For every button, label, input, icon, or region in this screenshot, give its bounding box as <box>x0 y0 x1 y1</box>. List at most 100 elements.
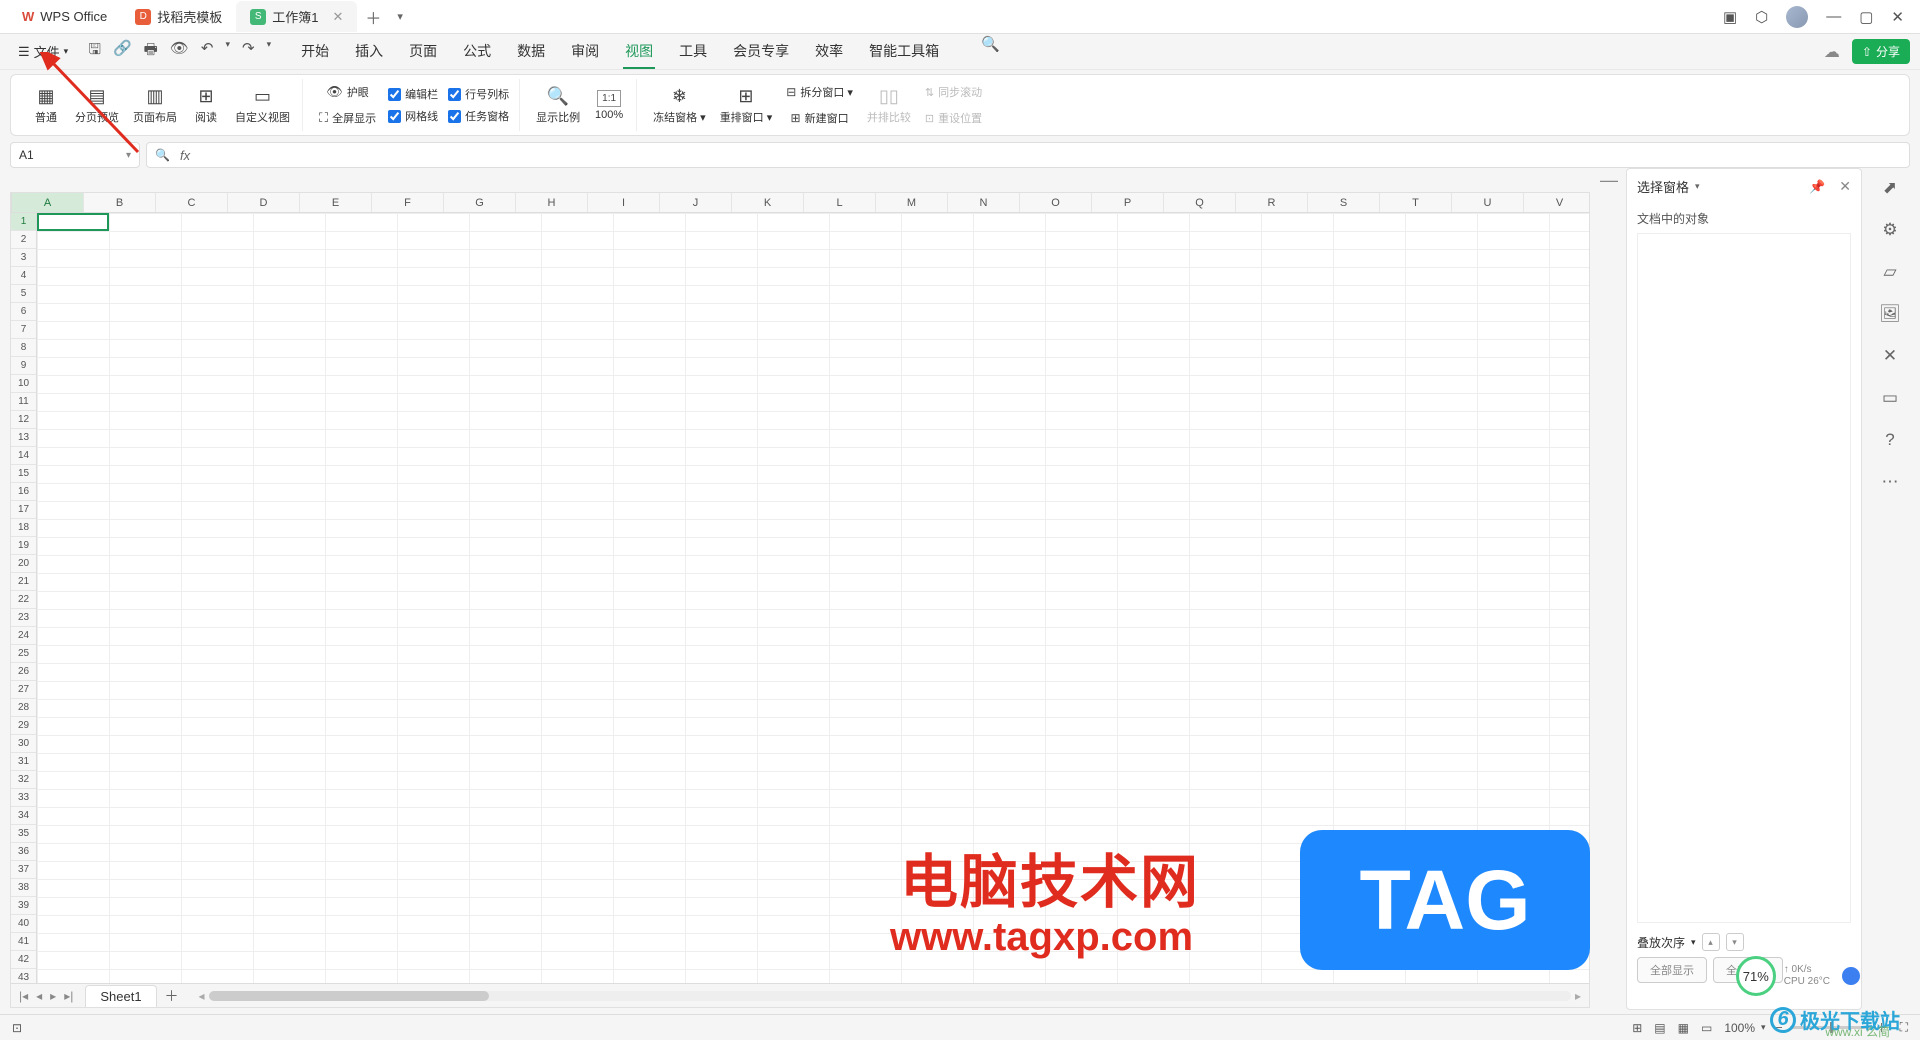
collapse-panel-icon[interactable]: — <box>1600 170 1618 191</box>
freeze-panes-button[interactable]: ❄冻结窗格 ▾ <box>647 82 712 129</box>
row-header[interactable]: 20 <box>11 555 36 573</box>
close-window-button[interactable]: ✕ <box>1891 8 1904 26</box>
sheet-first-icon[interactable]: |◂ <box>19 989 28 1003</box>
lens-icon[interactable]: 🔍 <box>155 148 170 162</box>
layout-tool-icon[interactable]: ▱ <box>1883 262 1896 282</box>
title-tab-daoke[interactable]: D 找稻壳模板 <box>121 1 236 32</box>
col-header[interactable]: A <box>12 193 84 212</box>
row-header[interactable]: 1 <box>11 213 36 231</box>
eye-protect-button[interactable]: 👁护眼 <box>313 80 382 104</box>
sheet-next-icon[interactable]: ▸ <box>50 989 56 1003</box>
row-header[interactable]: 9 <box>11 357 36 375</box>
row-header[interactable]: 18 <box>11 519 36 537</box>
save-icon[interactable]: 🖫 <box>88 39 101 64</box>
col-header[interactable]: B <box>84 193 156 212</box>
row-header[interactable]: 38 <box>11 879 36 897</box>
col-header[interactable]: N <box>948 193 1020 212</box>
zoom-slider[interactable] <box>1790 1026 1870 1029</box>
col-header[interactable]: D <box>228 193 300 212</box>
row-header[interactable]: 27 <box>11 681 36 699</box>
tab-menu-button[interactable]: ▾ <box>389 6 411 27</box>
file-menu[interactable]: ☰ 文件 ▾ <box>10 38 76 65</box>
taskpane-checkbox[interactable]: 任务窗格 <box>444 106 513 126</box>
row-header[interactable]: 13 <box>11 429 36 447</box>
more-icon[interactable]: ⋯ <box>1882 472 1899 492</box>
chevron-down-icon[interactable]: ▾ <box>1761 1022 1766 1033</box>
col-header[interactable]: E <box>300 193 372 212</box>
row-header[interactable]: 15 <box>11 465 36 483</box>
cells-area[interactable] <box>37 213 1589 987</box>
row-header[interactable]: 31 <box>11 753 36 771</box>
col-header[interactable]: F <box>372 193 444 212</box>
name-box[interactable]: A1 ▾ <box>10 142 140 168</box>
row-header[interactable]: 25 <box>11 645 36 663</box>
row-header[interactable]: 40 <box>11 915 36 933</box>
move-up-button[interactable]: ▴ <box>1702 933 1720 951</box>
redo-icon[interactable]: ↷ <box>242 39 255 64</box>
col-header[interactable]: L <box>804 193 876 212</box>
row-header[interactable]: 37 <box>11 861 36 879</box>
zoom-in-button[interactable]: ＋ <box>1876 1019 1888 1036</box>
help-icon[interactable]: ? <box>1885 430 1894 450</box>
col-header[interactable]: H <box>516 193 588 212</box>
grid-view-icon[interactable]: ⊞ <box>1632 1021 1642 1035</box>
image-tool-icon[interactable]: 🖼 <box>1879 304 1901 324</box>
new-tab-button[interactable]: ＋ <box>357 1 389 33</box>
fullscreen-button[interactable]: ⛶全屏显示 <box>313 106 382 130</box>
row-header[interactable]: 22 <box>11 591 36 609</box>
col-header[interactable]: P <box>1092 193 1164 212</box>
view-layout-icon[interactable]: ▦ <box>1678 1021 1689 1035</box>
col-header[interactable]: Q <box>1164 193 1236 212</box>
row-header[interactable]: 10 <box>11 375 36 393</box>
chevron-down-icon[interactable]: ▾ <box>1691 937 1696 948</box>
tab-efficiency[interactable]: 效率 <box>813 35 845 69</box>
row-header[interactable]: 29 <box>11 717 36 735</box>
select-tool-icon[interactable]: ⬈ <box>1883 178 1897 198</box>
tab-insert[interactable]: 插入 <box>353 35 385 69</box>
row-header[interactable]: 26 <box>11 663 36 681</box>
row-header[interactable]: 11 <box>11 393 36 411</box>
settings-tool-icon[interactable]: ⚙ <box>1882 220 1897 240</box>
view-read-button[interactable]: ⊞阅读 <box>185 82 227 129</box>
row-header[interactable]: 23 <box>11 609 36 627</box>
hide-all-button[interactable]: 全部隐藏 <box>1713 957 1783 983</box>
tab-formula[interactable]: 公式 <box>461 35 493 69</box>
search-icon[interactable]: 🔍 <box>981 35 1000 69</box>
col-header[interactable]: C <box>156 193 228 212</box>
formula-input[interactable]: 🔍 fx <box>146 142 1910 168</box>
col-header[interactable]: U <box>1452 193 1524 212</box>
row-header[interactable]: 39 <box>11 897 36 915</box>
row-header[interactable]: 34 <box>11 807 36 825</box>
expand-icon[interactable]: ⛶ <box>1900 1020 1908 1035</box>
book-icon[interactable]: ▭ <box>1882 388 1898 408</box>
row-header[interactable]: 33 <box>11 789 36 807</box>
avatar[interactable] <box>1786 6 1808 28</box>
title-tab-wps[interactable]: W WPS Office <box>8 3 121 30</box>
row-header[interactable]: 30 <box>11 735 36 753</box>
gridlines-checkbox[interactable]: 网格线 <box>384 106 442 126</box>
sheet-last-icon[interactable]: ▸| <box>64 989 73 1003</box>
col-header[interactable]: T <box>1380 193 1452 212</box>
tools-icon[interactable]: ✕ <box>1883 346 1897 366</box>
row-header[interactable]: 4 <box>11 267 36 285</box>
view-page-layout-button[interactable]: ▥页面布局 <box>127 82 183 129</box>
arrange-windows-button[interactable]: ⊞重排窗口 ▾ <box>714 82 779 129</box>
col-header[interactable]: O <box>1020 193 1092 212</box>
split-window-button[interactable]: ⊟拆分窗口 ▾ <box>780 80 859 104</box>
row-header[interactable]: 42 <box>11 951 36 969</box>
col-header[interactable]: K <box>732 193 804 212</box>
sheet-tab[interactable]: Sheet1 <box>85 985 156 1007</box>
maximize-button[interactable]: ▢ <box>1859 8 1873 26</box>
row-header[interactable]: 3 <box>11 249 36 267</box>
row-header[interactable]: 24 <box>11 627 36 645</box>
col-header[interactable]: R <box>1236 193 1308 212</box>
row-header[interactable]: 28 <box>11 699 36 717</box>
tab-smart-toolbox[interactable]: 智能工具箱 <box>867 35 941 69</box>
row-header[interactable]: 16 <box>11 483 36 501</box>
tab-data[interactable]: 数据 <box>515 35 547 69</box>
cube-icon[interactable]: ⬡ <box>1755 8 1768 26</box>
row-header[interactable]: 12 <box>11 411 36 429</box>
view-custom-button[interactable]: ▭自定义视图 <box>229 82 296 129</box>
tab-tools[interactable]: 工具 <box>677 35 709 69</box>
qat-dropdown-icon[interactable]: ▾ <box>267 39 272 64</box>
